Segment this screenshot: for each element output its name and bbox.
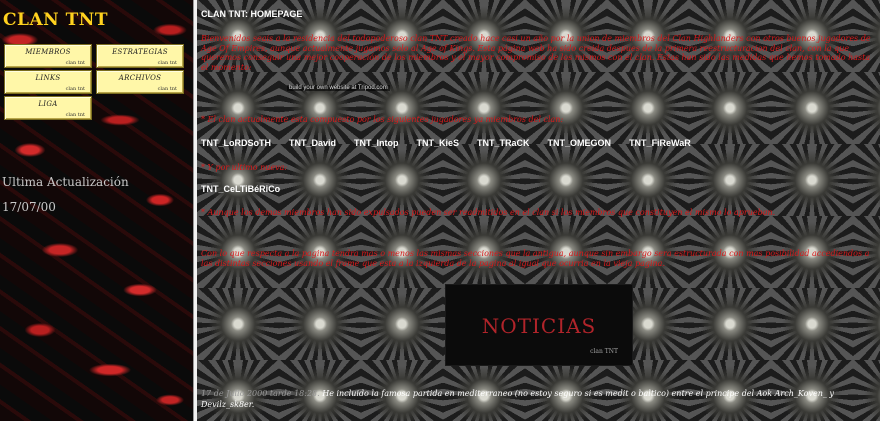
nav-button-estrategias[interactable]: ESTRATEGIAS clan tnt [96, 44, 184, 68]
nav-button-label: MIEMBROS [25, 48, 71, 56]
member-name: TNT_David [289, 138, 337, 148]
page-title: CLAN TNT: HOMEPAGE [201, 9, 303, 19]
nav-button-links[interactable]: LINKS clan tnt [4, 70, 92, 94]
nav-button-label: ARCHIVOS [118, 74, 162, 82]
expelled-members-text: * Aunque los demas miembros han sido exp… [201, 208, 776, 217]
nav-button-sub: clan tnt [65, 86, 85, 92]
main-content-frame: CLAN TNT: HOMEPAGE Bienvenidos seais a l… [197, 0, 880, 421]
last-update-label: Ultima Actualización [2, 175, 129, 189]
news-title: NOTICIAS [481, 314, 597, 338]
nav-button-label: LINKS [35, 74, 61, 82]
nav-button-sub: clan tnt [65, 60, 85, 66]
nav-button-liga[interactable]: LIGA clan tnt [4, 96, 92, 120]
members-intro-text: * El clan actualmente esta compuesto por… [201, 115, 564, 124]
nav-button-sub: clan tnt [157, 86, 177, 92]
left-nav-frame: CLAN TNT MIEMBROS clan tnt ESTRATEGIAS c… [0, 0, 193, 421]
news-banner: NOTICIAS clan TNT [445, 284, 633, 366]
member-name: TNT_KieS [416, 138, 460, 148]
news-entry: 17 de Julio 2000 tarde 18:28. He incluid… [201, 388, 873, 410]
nav-button-label: ESTRATEGIAS [112, 48, 168, 56]
news-entry-date: 17 de Julio 2000 tarde 18:28. [201, 389, 320, 398]
nav-button-label: LIGA [38, 100, 58, 108]
new-member-name: TNT_CeLTiBéRiCo [201, 184, 281, 194]
last-update-date: 17/07/00 [2, 200, 56, 214]
page-layout-text: Con lo que respecta a la pagina tendra m… [201, 249, 870, 268]
nav-button-miembros[interactable]: MIEMBROS clan tnt [4, 44, 92, 68]
member-name: TNT_Intop [354, 138, 399, 148]
site-title: CLAN TNT [3, 10, 108, 30]
nav-button-archivos[interactable]: ARCHIVOS clan tnt [96, 70, 184, 94]
news-subtitle: clan TNT [590, 348, 618, 355]
member-name: TNT_LoRDSoTH [201, 138, 271, 148]
nav-button-sub: clan tnt [157, 60, 177, 66]
nav-button-sub: clan tnt [65, 112, 85, 118]
tripod-host-link[interactable]: build your own website at Tripod.com [287, 85, 390, 91]
member-list: TNT_LoRDSoTH TNT_David TNT_Intop TNT_Kie… [201, 138, 691, 148]
intro-paragraph: Bienvenidos seais a la residencia del to… [201, 34, 871, 72]
member-name: TNT_TRaCK [477, 138, 530, 148]
member-name: TNT_FiReWaR [629, 138, 691, 148]
new-member-intro-text: * Y por ultimo nueva: [201, 163, 288, 172]
member-name: TNT_OMEGON [547, 138, 612, 148]
